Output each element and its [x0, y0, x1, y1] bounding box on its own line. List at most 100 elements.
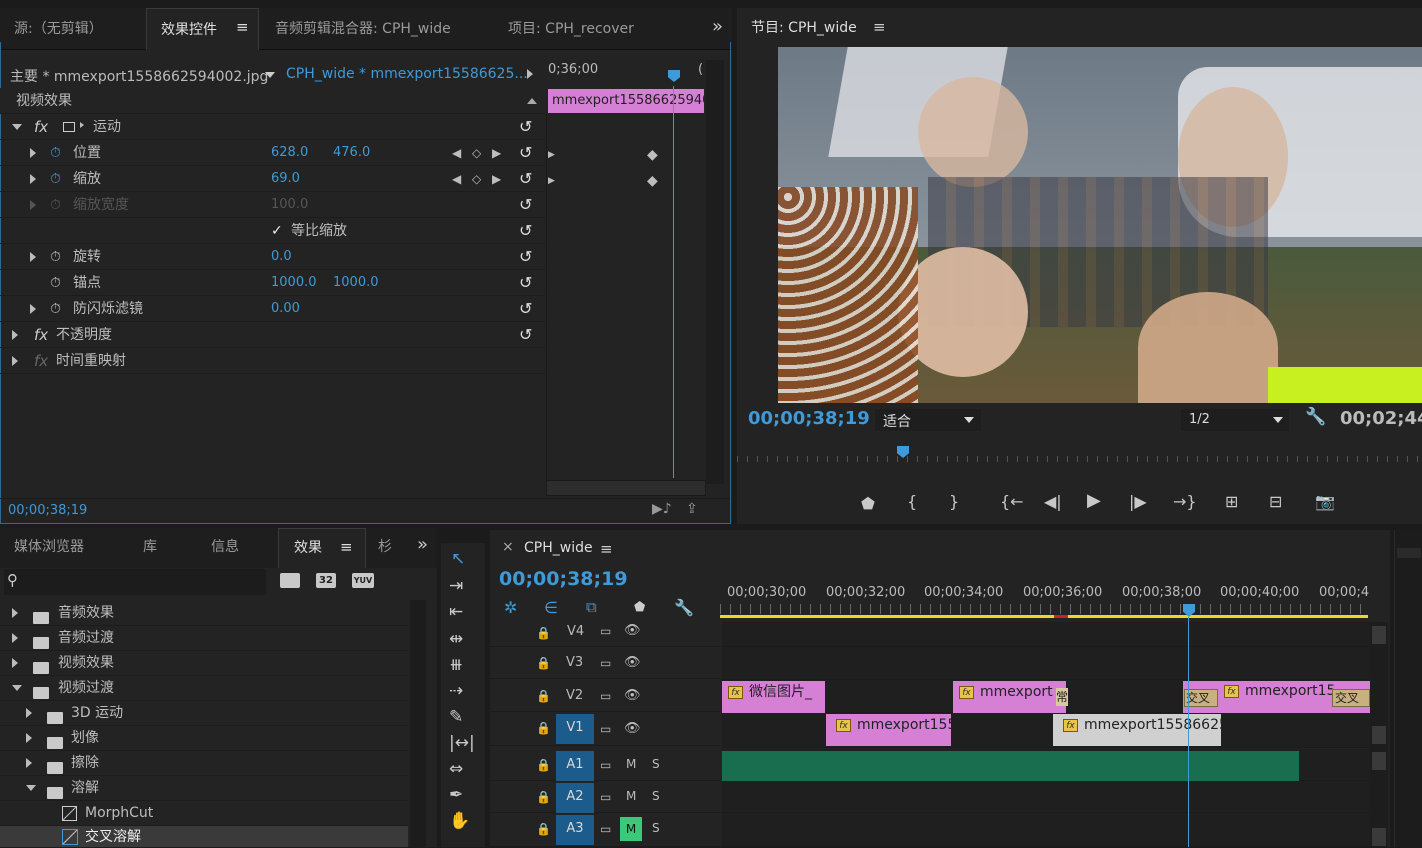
- track-lane-v4[interactable]: [722, 622, 1370, 647]
- lock-icon[interactable]: 🔒: [536, 689, 551, 703]
- extract-icon[interactable]: ⊟: [1269, 492, 1282, 511]
- clip-v1-mmexport-a[interactable]: fx mmexport155: [826, 714, 951, 746]
- track-lane-v3[interactable]: [722, 647, 1370, 680]
- pen-tool-icon[interactable]: ⇔: [449, 759, 463, 779]
- tree-item-iris[interactable]: 划像: [0, 726, 408, 751]
- transition-v2-cross-1[interactable]: 交叉: [1184, 689, 1218, 707]
- play-icon[interactable]: ▶: [1087, 490, 1101, 511]
- program-title[interactable]: 节目: CPH_wide: [751, 17, 857, 37]
- expand-icon[interactable]: [12, 608, 18, 618]
- track-lane-a2[interactable]: [722, 781, 1370, 813]
- tree-item-audio-effects[interactable]: 音频效果: [0, 601, 408, 626]
- add-marker-icon[interactable]: ⬟: [861, 494, 875, 513]
- collapse-icon[interactable]: [26, 785, 36, 791]
- go-to-in-icon[interactable]: {←: [1000, 492, 1024, 511]
- clip-v2-mmexport-a[interactable]: fx mmexport: [953, 681, 1066, 713]
- tree-item-video-effects[interactable]: 视频效果: [0, 651, 408, 676]
- expand-scale-icon[interactable]: [30, 174, 36, 184]
- rotation-value[interactable]: 0.0: [271, 244, 292, 270]
- keyframe-arrow-icon[interactable]: ▶: [548, 176, 555, 186]
- clip-v2-wechat[interactable]: fx 微信图片_: [722, 681, 825, 713]
- settings-wrench-icon[interactable]: 🔧: [1305, 407, 1326, 427]
- ec-hscroll[interactable]: [546, 480, 706, 496]
- expand-icon[interactable]: [26, 733, 32, 743]
- mute-button[interactable]: M: [626, 789, 636, 803]
- tree-item-wipe[interactable]: 擦除: [0, 751, 408, 776]
- tab-libraries[interactable]: 库: [143, 528, 157, 568]
- sync-icon[interactable]: ▭: [600, 722, 611, 736]
- reset-scale-width-icon[interactable]: ↺: [519, 192, 532, 218]
- reset-flicker-icon[interactable]: ↺: [519, 296, 532, 322]
- overflow-icon[interactable]: »: [712, 16, 723, 37]
- stopwatch-scale-icon[interactable]: ⏱: [50, 166, 61, 192]
- prev-keyframe-icon[interactable]: ◀: [452, 166, 461, 192]
- mark-out-icon[interactable]: }: [949, 492, 959, 511]
- anchor-x-value[interactable]: 1000.0: [271, 270, 317, 296]
- reset-opacity-icon[interactable]: ↺: [519, 322, 532, 348]
- timeline-vscroll-thumb[interactable]: [1372, 828, 1386, 846]
- audio-clip-a1[interactable]: [722, 751, 1299, 781]
- track-header-v4[interactable]: 🔒 V4 ▭ 👁: [490, 617, 720, 647]
- next-keyframe-icon[interactable]: ▶: [492, 166, 501, 192]
- ec-timecode[interactable]: 00;00;38;19: [8, 503, 87, 518]
- sync-icon[interactable]: ▭: [600, 790, 611, 804]
- scale-value[interactable]: 69.0: [271, 166, 300, 192]
- tree-item-dissolve[interactable]: 溶解: [0, 776, 408, 801]
- stopwatch-anchor-icon[interactable]: ⏱: [50, 270, 61, 296]
- timeline-timecode[interactable]: 00;00;38;19: [499, 568, 628, 590]
- tree-item-audio-transitions[interactable]: 音频过渡: [0, 626, 408, 651]
- step-forward-icon[interactable]: |▶: [1129, 492, 1147, 511]
- add-keyframe-icon[interactable]: ◇: [472, 166, 481, 192]
- tab-media-browser[interactable]: 媒体浏览器: [14, 528, 84, 568]
- sync-icon[interactable]: ▭: [600, 689, 611, 703]
- sequence-clip-label[interactable]: CPH_wide * mmexport15586625...: [286, 66, 528, 82]
- uniform-scale-checkbox[interactable]: ✓: [271, 218, 283, 244]
- track-target-badge[interactable]: A3: [556, 815, 594, 845]
- timeline-settings-icon[interactable]: 🔧: [674, 598, 694, 617]
- solo-button[interactable]: S: [652, 821, 660, 835]
- program-video-frame[interactable]: [778, 47, 1422, 403]
- 32bit-effects-icon[interactable]: 32: [316, 573, 336, 588]
- effect-row-time-remap[interactable]: fx 时间重映射: [0, 348, 545, 374]
- slip-tool-icon[interactable]: ✎: [449, 707, 463, 727]
- ec-scrollbar-track[interactable]: [706, 60, 724, 484]
- master-clip-label[interactable]: 主要 * mmexport1558662594002.jpg: [10, 66, 268, 86]
- sequence-menu-icon[interactable]: ≡: [600, 540, 613, 558]
- effects-scrollbar[interactable]: [410, 600, 426, 847]
- fx-icon[interactable]: fx: [34, 114, 48, 140]
- solo-button[interactable]: S: [652, 789, 660, 803]
- flicker-value[interactable]: 0.00: [271, 296, 300, 322]
- accelerated-effects-icon[interactable]: [280, 573, 300, 588]
- lock-icon[interactable]: 🔒: [536, 721, 551, 735]
- fx-icon[interactable]: fx: [34, 322, 48, 348]
- collapse-icon[interactable]: [12, 685, 22, 691]
- linked-selection-icon[interactable]: ∈: [544, 598, 558, 617]
- program-timecode[interactable]: 00;00;38;19: [748, 408, 870, 429]
- track-target-badge[interactable]: V1: [556, 714, 594, 744]
- tree-item-3d-motion[interactable]: 3D 运动: [0, 701, 408, 726]
- eye-icon[interactable]: 👁: [624, 721, 641, 736]
- tab-menu-icon[interactable]: ≡: [236, 18, 249, 36]
- yuv-effects-icon[interactable]: YUV: [352, 573, 374, 588]
- program-scrub-bar[interactable]: [737, 446, 1422, 464]
- prev-keyframe-icon[interactable]: ◀: [452, 140, 461, 166]
- stopwatch-flicker-icon[interactable]: ⏱: [50, 296, 61, 322]
- play-only-clip-icon[interactable]: [527, 69, 533, 79]
- reset-anchor-icon[interactable]: ↺: [519, 270, 532, 296]
- expand-icon[interactable]: [12, 658, 18, 668]
- mute-button[interactable]: M: [626, 757, 636, 771]
- work-area-bar[interactable]: [720, 615, 1368, 618]
- fit-dropdown[interactable]: 适合: [875, 409, 981, 431]
- effects-overflow-icon[interactable]: »: [417, 534, 428, 555]
- sync-icon[interactable]: ▭: [600, 656, 611, 670]
- tree-item-video-transitions[interactable]: 视频过渡: [0, 676, 408, 701]
- expand-flicker-icon[interactable]: [30, 304, 36, 314]
- tab-info[interactable]: 信息: [211, 528, 239, 568]
- export-frame-camera-icon[interactable]: 📷: [1315, 492, 1335, 511]
- reset-scale-icon[interactable]: ↺: [519, 166, 532, 192]
- solo-button[interactable]: S: [652, 757, 660, 771]
- position-y-value[interactable]: 476.0: [333, 140, 370, 166]
- effect-row-opacity[interactable]: fx 不透明度 ↺: [0, 322, 545, 348]
- eye-icon[interactable]: 👁: [624, 655, 641, 670]
- expand-icon[interactable]: [26, 758, 32, 768]
